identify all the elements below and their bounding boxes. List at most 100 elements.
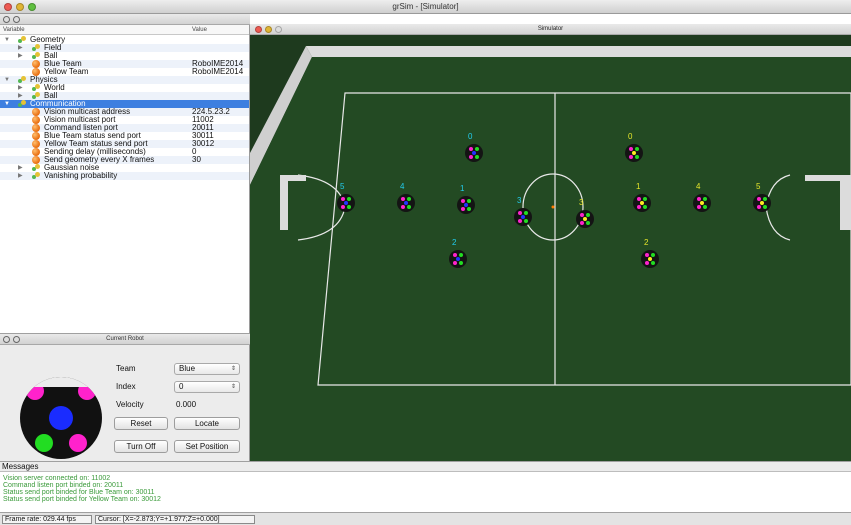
folder-icon xyxy=(18,76,26,84)
reset-button[interactable]: Reset xyxy=(114,417,168,430)
robot-marker-dot xyxy=(459,253,463,257)
back-wall xyxy=(306,46,851,57)
expanded-arrow-icon[interactable]: ▼ xyxy=(4,36,10,44)
collapsed-arrow-icon[interactable]: ▶ xyxy=(18,92,23,100)
ball-icon xyxy=(32,132,40,140)
collapsed-arrow-icon[interactable]: ▶ xyxy=(18,164,23,172)
yellow-robot-label: 2 xyxy=(644,238,649,247)
robot-flat-front xyxy=(20,377,102,387)
collapsed-arrow-icon[interactable]: ▶ xyxy=(18,44,23,52)
robot-marker-dot xyxy=(700,201,704,205)
index-label: Index xyxy=(116,382,136,391)
folder-icon xyxy=(32,164,40,172)
folder-icon xyxy=(32,172,40,180)
config-tree[interactable]: Variable Value ▼ Geometry ▶ Field ▶ Ball Blue … xyxy=(0,25,250,333)
robot-marker-dot xyxy=(703,197,707,201)
robot-marker-dot xyxy=(453,253,457,257)
robot-marker-dot xyxy=(763,205,767,209)
current-robot-title: Current Robot xyxy=(106,336,144,342)
turn-off-button[interactable]: Turn Off xyxy=(114,440,168,453)
robot-marker-dot xyxy=(757,205,761,209)
updown-chevron-icon: ⇕ xyxy=(230,366,236,372)
tree-row[interactable]: ▶ Gaussian noise xyxy=(0,164,249,172)
robot-pattern-image xyxy=(20,377,102,459)
tree-row-value[interactable]: 30 xyxy=(192,156,201,164)
robot-marker-dot xyxy=(637,205,641,209)
robot-marker-dot xyxy=(518,211,522,215)
ball-icon xyxy=(32,60,40,68)
column-value[interactable]: Value xyxy=(192,27,207,33)
robot-marker-dot xyxy=(453,261,457,265)
robot-marker-dot xyxy=(651,253,655,257)
expanded-arrow-icon[interactable]: ▼ xyxy=(4,76,10,84)
robot-marker-dot xyxy=(344,201,348,205)
robot-marker-dot xyxy=(586,213,590,217)
robot-marker-dot xyxy=(640,201,644,205)
simulator-title: Simulator xyxy=(537,26,564,32)
locate-button[interactable]: Locate xyxy=(174,417,240,430)
cursor-readout: Cursor: [X=-2.873;Y=+1.977;Z=+0.000] xyxy=(95,515,255,524)
window-title: grSim - [Simulator] xyxy=(392,2,459,11)
robot-marker-dot xyxy=(703,205,707,209)
blue-robot-label: 3 xyxy=(517,196,522,205)
ball-icon xyxy=(32,108,40,116)
robot-marker-dot xyxy=(629,155,633,159)
message-line: Status send port binded for Blue Team on… xyxy=(3,489,155,496)
set-position-button[interactable]: Set Position xyxy=(174,440,240,453)
robot-marker-dot xyxy=(697,197,701,201)
message-line: Status send port binded for Yellow Team … xyxy=(3,496,161,503)
tree-row[interactable]: ▼ Geometry xyxy=(0,36,249,44)
team-select[interactable]: Blue ⇕ xyxy=(174,363,240,375)
robot-marker-dot xyxy=(464,203,468,207)
simulator-3d-view[interactable]: 0 1 2 3 4 5 0 1 2 3 4 5 xyxy=(250,35,851,461)
robot-marker-dot xyxy=(760,201,764,205)
robot-marker-dot xyxy=(648,257,652,261)
robot-marker-dot xyxy=(645,253,649,257)
collapsed-arrow-icon[interactable]: ▶ xyxy=(18,84,23,92)
dock-float-icon[interactable] xyxy=(13,16,20,23)
robot-marker-dot xyxy=(763,197,767,201)
dock-close-icon[interactable] xyxy=(3,16,10,23)
config-dock-titlebar xyxy=(0,14,250,25)
robot-marker-dot xyxy=(407,197,411,201)
column-variable[interactable]: Variable xyxy=(3,27,25,33)
tree-row[interactable]: ▼ Physics xyxy=(0,76,249,84)
robot-marker-dot xyxy=(757,197,761,201)
tree-row[interactable]: ▶ World xyxy=(0,84,249,92)
ball-icon xyxy=(32,148,40,156)
robot-marker-dot xyxy=(583,217,587,221)
robot-center-dot xyxy=(49,406,73,430)
collapsed-arrow-icon[interactable]: ▶ xyxy=(18,52,23,60)
tree-row[interactable]: Send geometry every X frames 30 xyxy=(0,156,249,164)
messages-log: Vision server connected on: 11002 Command… xyxy=(0,471,851,512)
robot-marker-dot xyxy=(629,147,633,151)
robot-marker-dot xyxy=(524,211,528,215)
collapsed-arrow-icon[interactable]: ▶ xyxy=(18,172,23,180)
folder-icon xyxy=(18,36,26,44)
velocity-label: Velocity xyxy=(116,400,144,409)
ball-icon xyxy=(32,116,40,124)
yellow-robot-label: 4 xyxy=(696,182,701,191)
robot-marker-dot xyxy=(404,201,408,205)
expanded-arrow-icon[interactable]: ▼ xyxy=(4,100,10,108)
blue-robot-label: 1 xyxy=(460,184,465,193)
robot-marker-dot xyxy=(643,197,647,201)
robot-marker-dot xyxy=(475,147,479,151)
robot-marker-dot xyxy=(635,155,639,159)
tree-header: Variable Value xyxy=(0,25,249,35)
tree-row-value[interactable]: RoboIME2014 xyxy=(192,68,243,76)
index-select-value: 0 xyxy=(179,382,184,391)
folder-icon xyxy=(18,100,26,108)
robot-marker-dot xyxy=(461,199,465,203)
index-select[interactable]: 0 ⇕ xyxy=(174,381,240,393)
robot-marker-dot xyxy=(651,261,655,265)
folder-icon xyxy=(32,44,40,52)
robot-marker-dot xyxy=(580,213,584,217)
tree-row[interactable]: ▶ Vanishing probability xyxy=(0,172,249,180)
current-robot-panel: Current Robot Team Blue ⇕ Index 0 ⇕ Velo… xyxy=(0,333,250,461)
blue-robot-label: 5 xyxy=(340,182,345,191)
yellow-robot-label: 1 xyxy=(636,182,641,191)
tree-row[interactable]: ▶ Field xyxy=(0,44,249,52)
robot-dot-bottom-left xyxy=(35,434,53,452)
yellow-robot-label: 5 xyxy=(756,182,761,191)
